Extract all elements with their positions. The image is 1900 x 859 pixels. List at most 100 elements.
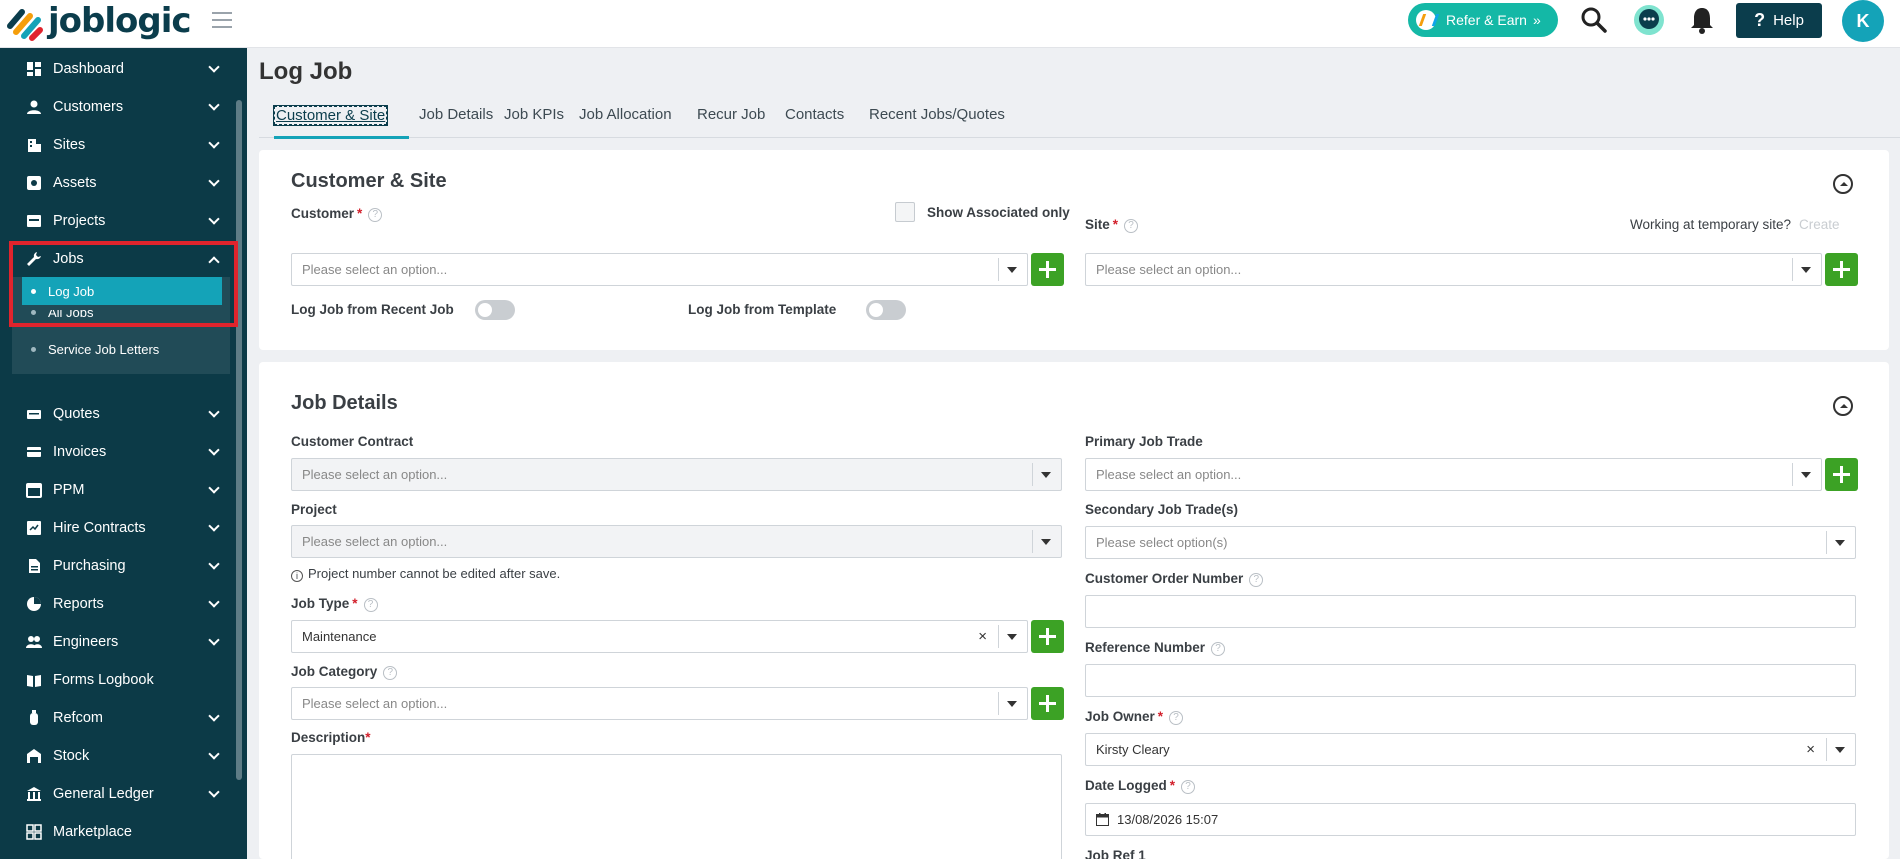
user-avatar[interactable]: K (1842, 0, 1884, 42)
clear-icon[interactable]: × (1806, 741, 1815, 758)
hamburger-menu-icon[interactable] (212, 12, 232, 28)
help-circle-icon[interactable]: ? (1169, 711, 1184, 725)
tab-customer-site[interactable]: Customer & Site (272, 105, 389, 126)
help-button[interactable]: ? Help (1736, 3, 1822, 38)
show-associated-checkbox[interactable] (895, 202, 915, 222)
help-circle-icon[interactable]: ? (1124, 219, 1139, 233)
chevron-down-icon (208, 137, 220, 149)
order-number-label-text: Customer Order Number (1085, 571, 1244, 586)
sidebar-item-stock[interactable]: Stock (0, 737, 236, 775)
sidebar-item-dashboard[interactable]: Dashboard (0, 50, 236, 88)
dropdown-arrow-icon (1007, 701, 1017, 707)
dropdown-arrow-icon (1041, 472, 1051, 478)
sidebar-item-reports[interactable]: Reports (0, 585, 236, 623)
tab-contacts[interactable]: Contacts (785, 106, 844, 123)
pie-chart-icon (27, 597, 41, 611)
sidebar-item-sites[interactable]: Sites (0, 126, 236, 164)
customer-select[interactable]: Please select an option... (291, 253, 1028, 286)
customer-contract-select[interactable]: Please select an option... (291, 458, 1062, 491)
sidebar-label: Engineers (53, 634, 119, 650)
create-temp-site-link[interactable]: Create (1799, 217, 1840, 232)
job-details-card: Job Details Customer Contract Please sel… (259, 362, 1889, 859)
submenu-item-service-job-letters[interactable]: Service Job Letters (22, 335, 222, 363)
refer-earn-label: Refer & Earn (1446, 12, 1527, 28)
help-circle-icon[interactable]: ? (1181, 780, 1196, 794)
sidebar-item-customers[interactable]: Customers (0, 88, 236, 126)
chat-icon[interactable] (1632, 3, 1666, 37)
description-textarea[interactable] (291, 754, 1062, 859)
sidebar-label: Marketplace (53, 824, 132, 840)
sidebar-item-hire-contracts[interactable]: Hire Contracts (0, 509, 236, 547)
sidebar-item-refcom[interactable]: Refcom (0, 699, 236, 737)
customer-site-title: Customer & Site (291, 170, 447, 192)
primary-trade-select[interactable]: Please select an option... (1085, 458, 1822, 491)
job-owner-select[interactable]: Kirsty Cleary × (1085, 733, 1856, 766)
project-select[interactable]: Please select an option... (291, 525, 1062, 558)
sidebar-item-general-ledger[interactable]: General Ledger (0, 775, 236, 813)
help-circle-icon[interactable]: ? (368, 208, 383, 222)
sidebar-item-marketplace[interactable]: Marketplace (0, 813, 236, 851)
dropdown-arrow-icon (1007, 267, 1017, 273)
job-category-select[interactable]: Please select an option... (291, 687, 1028, 720)
collapse-up-icon[interactable] (1833, 174, 1853, 194)
tab-bar: Customer & Site Job Details Job KPIs Job… (259, 96, 1900, 139)
tab-recur-job[interactable]: Recur Job (697, 106, 765, 123)
add-primary-trade-button[interactable] (1825, 458, 1858, 491)
sidebar-item-engineers[interactable]: Engineers (0, 623, 236, 661)
sidebar-label: PPM (53, 482, 85, 498)
help-circle-icon[interactable]: ? (363, 598, 378, 612)
sidebar-item-ppm[interactable]: PPM (0, 471, 236, 509)
sidebar-label: Purchasing (53, 558, 126, 574)
tab-job-kpis[interactable]: Job KPIs (504, 106, 564, 123)
reference-number-input[interactable] (1085, 664, 1856, 697)
collapse-up-icon[interactable] (1833, 396, 1853, 416)
sidebar-item-assets[interactable]: Assets (0, 164, 236, 202)
order-number-input[interactable] (1085, 595, 1856, 628)
tab-recent-jobs-quotes[interactable]: Recent Jobs/Quotes (869, 106, 1005, 123)
chevron-down-icon (208, 520, 220, 532)
sidebar-label: Invoices (53, 444, 107, 460)
chevron-down-icon (208, 213, 220, 225)
building-icon (28, 139, 41, 152)
add-job-type-button[interactable] (1031, 620, 1064, 653)
double-chevron-right-icon: » (1532, 12, 1541, 28)
customer-label-text: Customer (291, 206, 355, 221)
dropdown-arrow-icon (1801, 472, 1811, 478)
sidebar-label: Hire Contracts (53, 520, 146, 536)
sidebar-item-purchasing[interactable]: Purchasing (0, 547, 236, 585)
sidebar-item-forms-logbook[interactable]: Forms Logbook (0, 661, 236, 699)
joblogic-logo[interactable]: joblogic (4, 1, 192, 42)
sidebar-item-invoices[interactable]: Invoices (0, 433, 236, 471)
sidebar-item-projects[interactable]: Projects (0, 202, 236, 240)
add-site-button[interactable] (1825, 253, 1858, 286)
customer-contract-label: Customer Contract (291, 434, 414, 449)
secondary-trade-select[interactable]: Please select option(s) (1085, 526, 1856, 559)
document-icon (29, 559, 40, 573)
refer-earn-button[interactable]: Refer & Earn » (1408, 3, 1558, 37)
add-job-category-button[interactable] (1031, 687, 1064, 720)
help-circle-icon[interactable]: ? (383, 666, 398, 680)
bullet-icon (31, 346, 36, 352)
bell-icon[interactable] (1686, 4, 1718, 36)
people-icon (26, 636, 42, 648)
project-placeholder: Please select an option... (302, 534, 448, 549)
help-circle-icon[interactable]: ? (1211, 642, 1226, 656)
calendar-icon[interactable] (1096, 813, 1109, 826)
add-customer-button[interactable] (1031, 253, 1064, 286)
job-type-select[interactable]: Maintenance × (291, 620, 1028, 653)
tab-job-allocation[interactable]: Job Allocation (579, 106, 672, 123)
clear-icon[interactable]: × (978, 628, 987, 645)
sidebar-scrollbar[interactable] (236, 100, 242, 780)
chevron-down-icon (208, 406, 220, 418)
log-from-recent-toggle[interactable] (475, 300, 515, 320)
site-select[interactable]: Please select an option... (1085, 253, 1822, 286)
show-associated-label: Show Associated only (927, 205, 1070, 220)
log-from-template-toggle[interactable] (866, 300, 906, 320)
search-icon[interactable] (1578, 4, 1610, 36)
date-logged-input[interactable]: 13/08/2026 15:07 (1085, 803, 1856, 836)
tab-job-details[interactable]: Job Details (419, 106, 493, 123)
chevron-down-icon (208, 61, 220, 73)
refer-logo-icon (1416, 10, 1436, 30)
help-circle-icon[interactable]: ? (1249, 573, 1264, 587)
sidebar-item-quotes[interactable]: Quotes (0, 395, 236, 433)
